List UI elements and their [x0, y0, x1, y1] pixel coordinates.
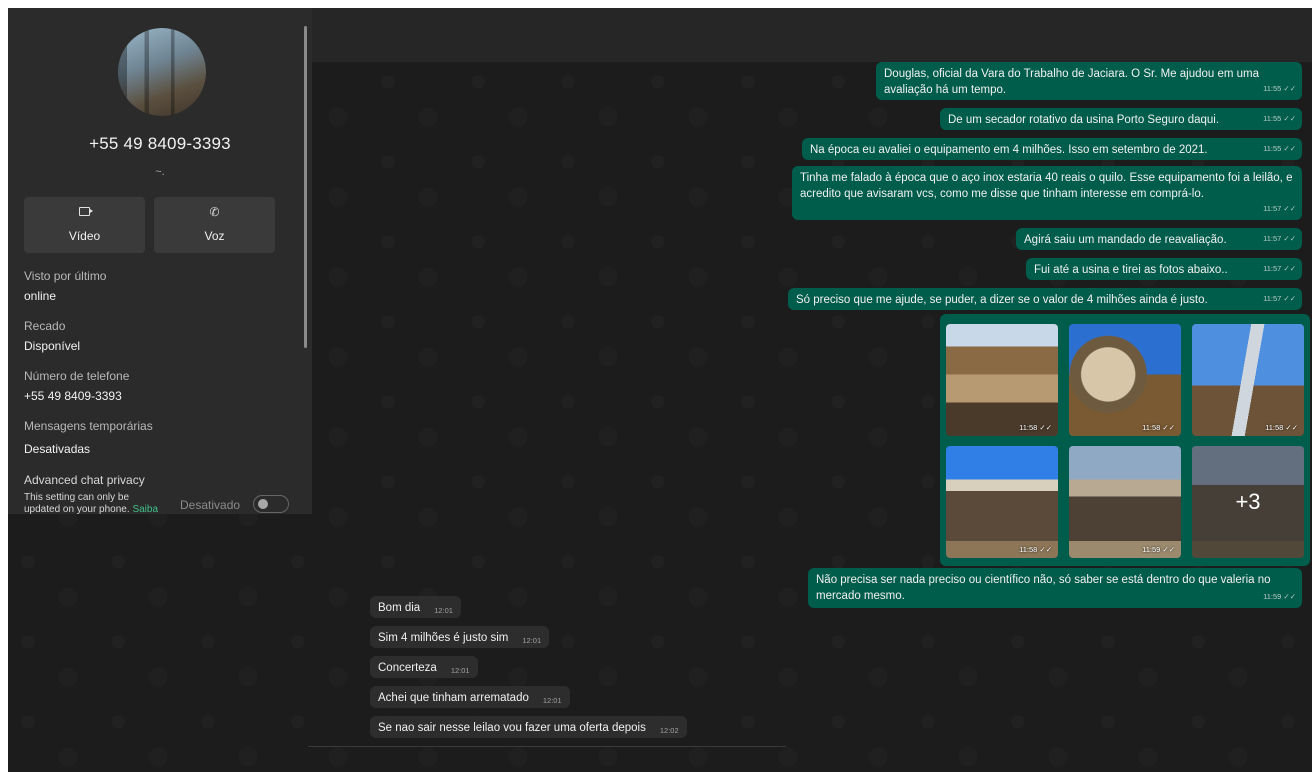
- panel-scrollbar[interactable]: [304, 26, 307, 348]
- outgoing-message[interactable]: Na época eu avaliei o equipamento em 4 m…: [802, 138, 1302, 160]
- whatsapp-window: +55 49 8409-3393 ~. Vídeo ✆ Voz Visto po…: [8, 8, 1312, 772]
- message-time: 11:55 ✓✓: [1263, 114, 1296, 123]
- phone-icon: ✆: [209, 205, 220, 219]
- message-time: 11:55 ✓✓: [1263, 84, 1296, 93]
- photo-time: 11:58 ✓✓: [1265, 423, 1298, 432]
- message-text: Tinha me falado à época que o aço inox e…: [800, 172, 1293, 200]
- learn-more-link[interactable]: Saiba: [132, 504, 158, 514]
- message-time: 12:01: [522, 636, 542, 645]
- message-text: De um secador rotativo da usina Porto Se…: [948, 114, 1220, 126]
- message-text: Não precisa ser nada preciso ou científi…: [816, 574, 1271, 602]
- disappearing-messages-value[interactable]: Desativadas: [24, 442, 90, 456]
- message-text: Bom dia: [378, 602, 421, 614]
- phone-number-value: +55 49 8409-3393: [24, 389, 122, 403]
- outgoing-message[interactable]: Agirá saiu um mandado de reavaliação. 11…: [1016, 228, 1302, 250]
- video-call-button[interactable]: Vídeo: [24, 197, 145, 253]
- message-text: Só preciso que me ajude, se puder, a diz…: [796, 294, 1208, 306]
- last-seen-label: Visto por último: [24, 269, 107, 283]
- message-text: Fui até a usina e tirei as fotos abaixo.…: [1034, 264, 1228, 276]
- message-time: 11:57 ✓✓: [1263, 204, 1296, 213]
- outgoing-message[interactable]: Só preciso que me ajude, se puder, a diz…: [788, 288, 1302, 310]
- advanced-privacy-label: Advanced chat privacy: [24, 473, 145, 487]
- message-text: Na época eu avaliei o equipamento em 4 m…: [810, 144, 1208, 156]
- photo-album: 11:58 ✓✓ 11:58 ✓✓ 11:58 ✓✓ 11:58 ✓✓ 11:5…: [940, 314, 1310, 566]
- message-text: Achei que tinham arrematado: [378, 692, 529, 704]
- message-time: 12:01: [542, 696, 562, 705]
- more-photos-thumbnail[interactable]: +3: [1192, 446, 1304, 558]
- incoming-message[interactable]: Concerteza 12:01: [370, 656, 478, 678]
- incoming-message[interactable]: Bom dia 12:01: [370, 596, 461, 618]
- message-time: 12:02: [659, 726, 679, 735]
- outgoing-message[interactable]: Douglas, oficial da Vara do Trabalho de …: [876, 62, 1302, 100]
- message-time: 11:57 ✓✓: [1263, 294, 1296, 303]
- photo-time: 11:59 ✓✓: [1142, 545, 1175, 554]
- photo-thumbnail[interactable]: 11:58 ✓✓: [1192, 324, 1304, 436]
- advanced-privacy-toggle[interactable]: [253, 495, 289, 513]
- photo-time: 11:58 ✓✓: [1019, 545, 1052, 554]
- photo-time: 11:58 ✓✓: [1142, 423, 1175, 432]
- video-call-label: Vídeo: [68, 229, 101, 243]
- message-text: Douglas, oficial da Vara do Trabalho de …: [884, 68, 1260, 96]
- toggle-knob: [258, 499, 268, 509]
- outgoing-message[interactable]: Fui até a usina e tirei as fotos abaixo.…: [1026, 258, 1302, 280]
- disappearing-messages-label: Mensagens temporárias: [24, 419, 153, 433]
- message-time: 11:57 ✓✓: [1263, 264, 1296, 273]
- message-time: 11:57 ✓✓: [1263, 234, 1296, 243]
- contact-info-panel: +55 49 8409-3393 ~. Vídeo ✆ Voz Visto po…: [8, 8, 312, 514]
- message-time: 11:55 ✓✓: [1263, 144, 1296, 153]
- message-text: Concerteza: [378, 662, 437, 674]
- photo-thumbnail[interactable]: 11:58 ✓✓: [946, 324, 1058, 436]
- photo-thumbnail[interactable]: 11:59 ✓✓: [1069, 446, 1181, 558]
- message-text: Agirá saiu um mandado de reavaliação.: [1024, 234, 1227, 246]
- photo-time: 11:58 ✓✓: [1019, 423, 1052, 432]
- incoming-message[interactable]: Achei que tinham arrematado 12:01: [370, 686, 570, 708]
- message-time: 12:01: [434, 606, 453, 615]
- divider: [308, 746, 786, 747]
- outgoing-message[interactable]: De um secador rotativo da usina Porto Se…: [940, 108, 1302, 130]
- contact-name: +55 49 8409-3393: [89, 134, 231, 153]
- message-time: 12:01: [450, 666, 470, 675]
- outgoing-message[interactable]: Tinha me falado à época que o aço inox e…: [792, 166, 1302, 220]
- contact-about-short: ~.: [155, 166, 165, 178]
- advanced-privacy-note: This setting can only be updated on your…: [24, 492, 164, 514]
- voice-call-label: Voz: [204, 229, 225, 243]
- advanced-privacy-state: Desativado: [180, 498, 241, 512]
- incoming-message[interactable]: Sim 4 milhões é justo sim 12:01: [370, 626, 550, 648]
- avatar[interactable]: [118, 28, 206, 116]
- privacy-note-text: This setting can only be updated on your…: [24, 492, 130, 514]
- last-seen-value: online: [24, 289, 57, 303]
- outgoing-message[interactable]: Não precisa ser nada preciso ou científi…: [808, 568, 1302, 608]
- message-text: Se nao sair nesse leilao vou fazer uma o…: [378, 722, 646, 734]
- message-text: Sim 4 milhões é justo sim: [378, 632, 509, 644]
- voice-call-button[interactable]: ✆ Voz: [154, 197, 275, 253]
- more-photos-count: +3: [1192, 446, 1304, 558]
- video-camera-icon: [79, 207, 93, 216]
- phone-number-label: Número de telefone: [24, 369, 130, 383]
- incoming-message[interactable]: Se nao sair nesse leilao vou fazer uma o…: [370, 716, 687, 738]
- photo-thumbnail[interactable]: 11:58 ✓✓: [946, 446, 1058, 558]
- about-value: Disponível: [24, 339, 81, 353]
- about-label: Recado: [24, 319, 66, 333]
- message-time: 11:59 ✓✓: [1263, 592, 1296, 601]
- photo-thumbnail[interactable]: 11:58 ✓✓: [1069, 324, 1181, 436]
